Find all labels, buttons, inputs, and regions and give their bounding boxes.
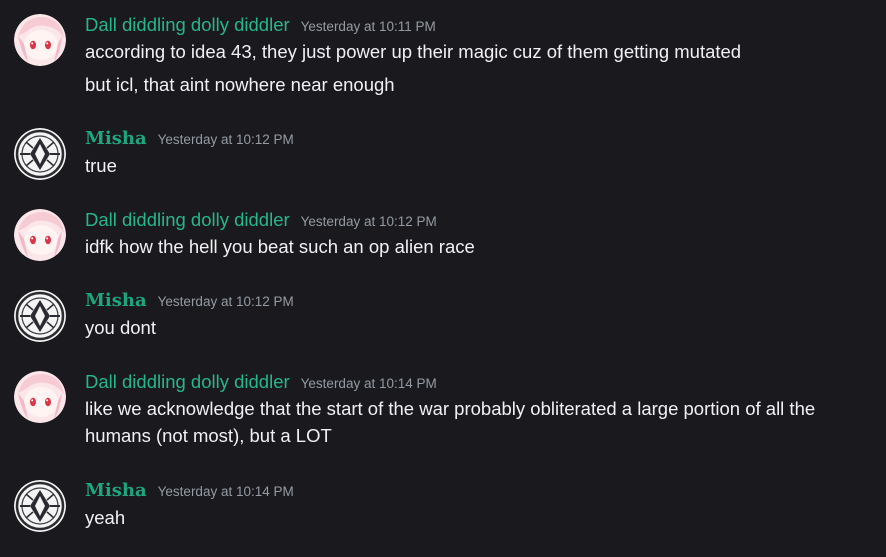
anime-girl-avatar-icon[interactable]	[14, 209, 66, 261]
message-group: Dall diddling dolly diddler Yesterday at…	[0, 14, 886, 104]
timestamp[interactable]: Yesterday at 10:14 PM	[301, 376, 437, 391]
chat-message-list: Dall diddling dolly diddler Yesterday at…	[0, 0, 886, 557]
timestamp[interactable]: Yesterday at 10:12 PM	[158, 132, 294, 147]
message-text: yeah	[85, 507, 126, 528]
message-text: you dont	[85, 317, 156, 338]
message-text: like we acknowledge that the start of th…	[85, 398, 816, 419]
timestamp[interactable]: Yesterday at 10:12 PM	[301, 214, 437, 229]
username[interactable]: Misha	[85, 128, 147, 149]
ornate-emblem-avatar-icon[interactable]	[14, 290, 66, 342]
message-text: idfk how the hell you beat such an op al…	[85, 236, 475, 257]
message-group: Misha Yesterday at 10:14 PM yeah	[0, 480, 886, 536]
message-header: Dall diddling dolly diddler Yesterday at…	[85, 14, 436, 40]
message-text: but icl, that aint nowhere near enough	[85, 74, 395, 95]
message-group: Dall diddling dolly diddler Yesterday at…	[0, 371, 886, 455]
username[interactable]: Misha	[85, 480, 147, 501]
anime-girl-avatar-icon[interactable]	[14, 14, 66, 66]
anime-girl-avatar-icon[interactable]	[14, 371, 66, 423]
message-header: Misha Yesterday at 10:12 PM	[85, 290, 294, 316]
message-text: true	[85, 155, 117, 176]
timestamp[interactable]: Yesterday at 10:12 PM	[158, 294, 294, 309]
message-header: Misha Yesterday at 10:14 PM	[85, 480, 294, 506]
message-group: Dall diddling dolly diddler Yesterday at…	[0, 209, 886, 265]
timestamp[interactable]: Yesterday at 10:14 PM	[158, 484, 294, 499]
message-group: Misha Yesterday at 10:12 PM you dont	[0, 290, 886, 346]
message-text: according to idea 43, they just power up…	[85, 41, 742, 62]
message-header: Dall diddling dolly diddler Yesterday at…	[85, 209, 437, 235]
message-text: humans (not most), but a LOT	[85, 425, 332, 446]
username[interactable]: Dall diddling dolly diddler	[85, 209, 290, 231]
message-group: Misha Yesterday at 10:12 PM true	[0, 128, 886, 184]
timestamp[interactable]: Yesterday at 10:11 PM	[301, 19, 436, 34]
message-header: Dall diddling dolly diddler Yesterday at…	[85, 371, 437, 397]
ornate-emblem-avatar-icon[interactable]	[14, 128, 66, 180]
message-header: Misha Yesterday at 10:12 PM	[85, 128, 294, 154]
username[interactable]: Misha	[85, 290, 147, 311]
username[interactable]: Dall diddling dolly diddler	[85, 371, 290, 393]
ornate-emblem-avatar-icon[interactable]	[14, 480, 66, 532]
username[interactable]: Dall diddling dolly diddler	[85, 14, 290, 36]
